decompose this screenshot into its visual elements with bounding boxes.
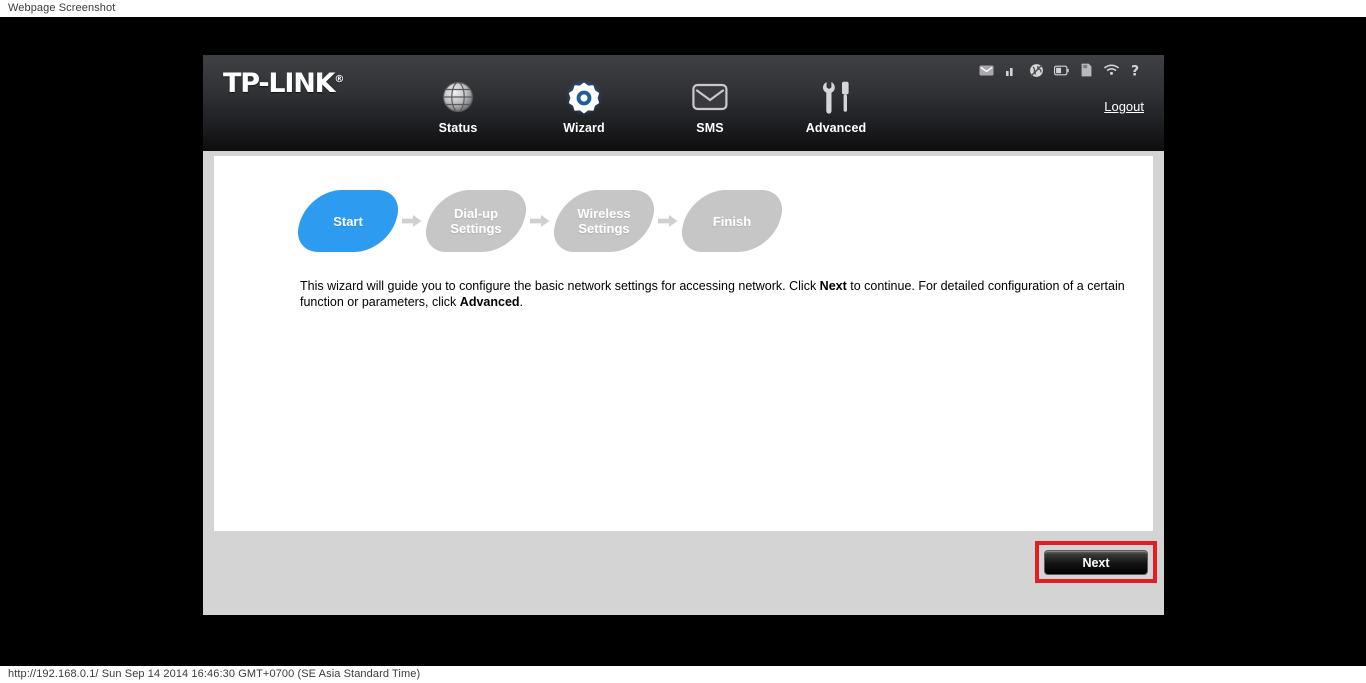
nav-label-status: Status: [438, 121, 478, 135]
sim-card-icon: [1079, 63, 1094, 78]
content-panel-outer: Start Dial-up Settings Wireless Settings…: [203, 151, 1164, 615]
capture-title-bar: Webpage Screenshot: [0, 0, 1366, 17]
logo-text: TP-LINK: [223, 68, 336, 99]
site-header: TP-LINK® ? Logout Status Wizard SMS Adva…: [203, 55, 1164, 151]
logo-trademark: ®: [334, 74, 345, 85]
step-arrow-2-icon: [524, 214, 556, 228]
step-label-line1: Dial-up: [453, 206, 499, 221]
step-label-line1: Wireless: [577, 206, 631, 221]
status-icon-strip: ?: [979, 61, 1144, 79]
step-label-finish: Finish: [712, 213, 752, 229]
step-arrow-1-icon: [396, 214, 428, 228]
wizard-step-wireless[interactable]: Wireless Settings: [548, 190, 660, 252]
wizard-step-start[interactable]: Start: [292, 190, 404, 252]
battery-icon: [1054, 63, 1069, 78]
desc-part-3: .: [519, 295, 524, 309]
wizard-description: This wizard will guide you to configure …: [300, 278, 1128, 310]
capture-url-bar: http://192.168.0.1/ Sun Sep 14 2014 16:4…: [0, 666, 1366, 683]
wizard-step-dialup[interactable]: Dial-up Settings: [420, 190, 532, 252]
step-label-wireless: Wireless Settings: [577, 206, 630, 236]
nav-item-advanced[interactable]: Advanced: [799, 77, 873, 135]
desc-bold-advanced: Advanced: [459, 295, 520, 309]
capture-title: Webpage Screenshot: [8, 2, 116, 14]
wifi-icon: [1104, 63, 1119, 78]
nav-item-status[interactable]: Status: [421, 77, 495, 135]
step-label-line2: Settings: [578, 221, 630, 236]
step-label-line2: Settings: [450, 221, 502, 236]
screenshot-root: Webpage Screenshot TP-LINK® ? Logout Sta…: [0, 0, 1366, 683]
tp-link-logo: TP-LINK®: [223, 68, 344, 99]
nav-item-sms[interactable]: SMS: [673, 77, 747, 135]
content-panel: Start Dial-up Settings Wireless Settings…: [214, 156, 1153, 531]
router-admin-ui: TP-LINK® ? Logout Status Wizard SMS Adva…: [203, 55, 1164, 615]
desc-bold-next: Next: [819, 279, 847, 293]
wizard-gear-icon: [547, 77, 621, 117]
wizard-step-indicator: Start Dial-up Settings Wireless Settings…: [292, 190, 788, 252]
mail-icon: [979, 63, 994, 78]
nav-label-advanced: Advanced: [805, 121, 867, 135]
main-navigation: Status Wizard SMS Advanced: [421, 77, 873, 135]
step-label-dialup: Dial-up Settings: [450, 206, 501, 236]
desc-part-1: This wizard will guide you to configure …: [300, 279, 820, 293]
globe-icon: [421, 77, 495, 117]
tools-icon: [799, 77, 873, 117]
signal-bars-icon: [1004, 63, 1019, 78]
next-button-area: Next: [1035, 541, 1157, 583]
wizard-step-finish[interactable]: Finish: [676, 190, 788, 252]
logout-label: Logout: [1104, 99, 1144, 114]
help-icon: ?: [1129, 63, 1144, 78]
capture-url-text: http://192.168.0.1/ Sun Sep 14 2014 16:4…: [8, 668, 421, 680]
next-button[interactable]: Next: [1044, 550, 1148, 575]
step-arrow-3-icon: [652, 214, 684, 228]
svg-text:?: ?: [1131, 63, 1139, 78]
nav-item-wizard[interactable]: Wizard: [547, 77, 621, 135]
nav-label-sms: SMS: [696, 121, 724, 135]
envelope-icon: [673, 77, 747, 117]
nav-label-wizard: Wizard: [563, 121, 605, 135]
logout-link[interactable]: Logout: [1104, 99, 1144, 114]
globe-disconnected-icon: [1029, 63, 1044, 78]
step-label-start: Start: [333, 213, 363, 229]
